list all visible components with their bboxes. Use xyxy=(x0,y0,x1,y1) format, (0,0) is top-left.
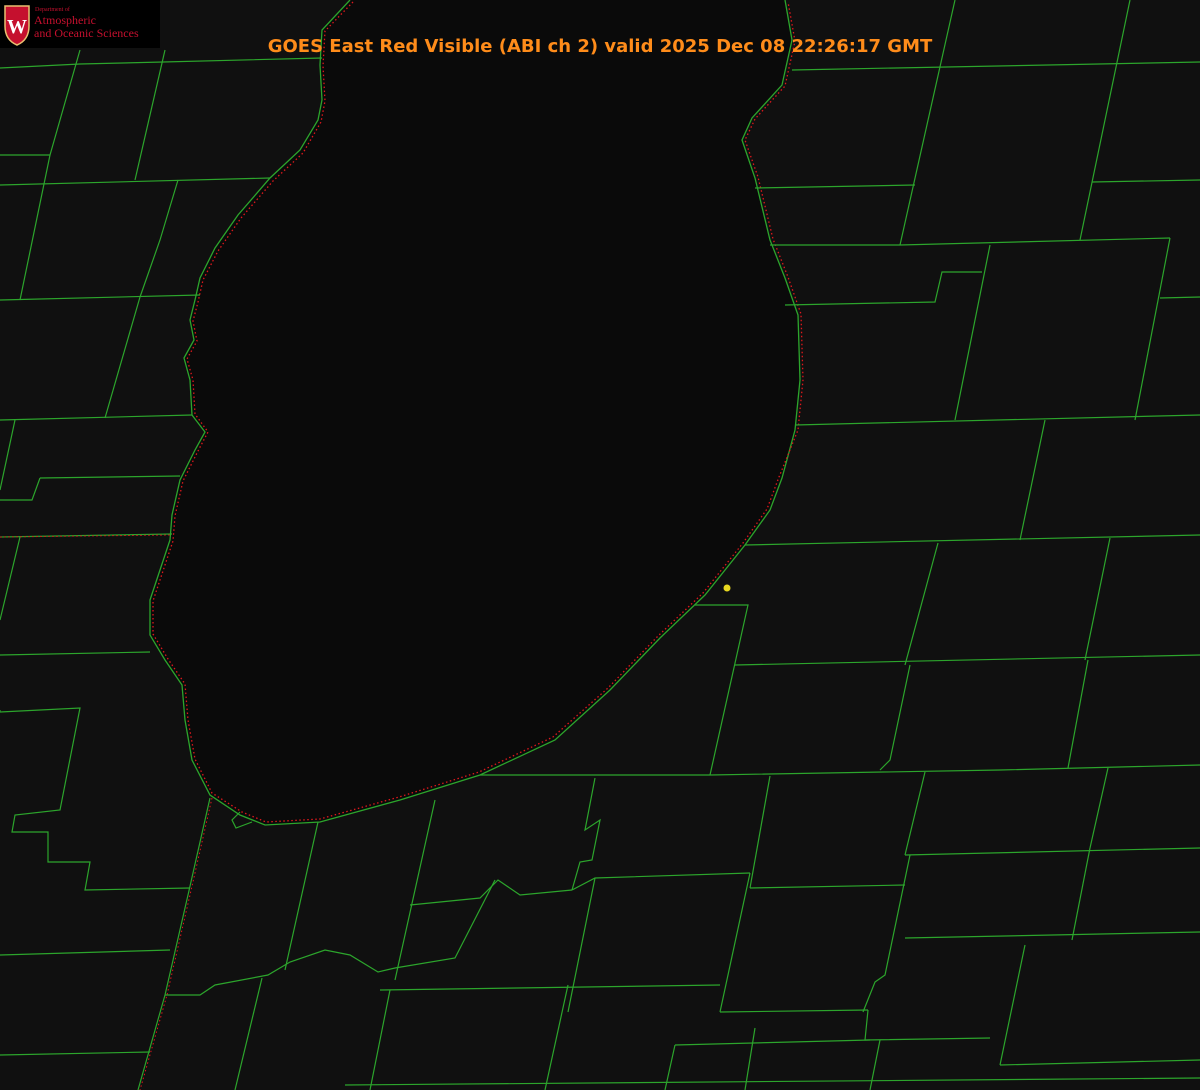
uw-crest-letter: W xyxy=(7,16,27,38)
satellite-map xyxy=(0,0,1200,1090)
satellite-image-viewer: W Department of Atmospheric and Oceanic … xyxy=(0,0,1200,1090)
image-title: GOES East Red Visible (ABI ch 2) valid 2… xyxy=(267,36,933,57)
station-marker xyxy=(723,584,731,592)
